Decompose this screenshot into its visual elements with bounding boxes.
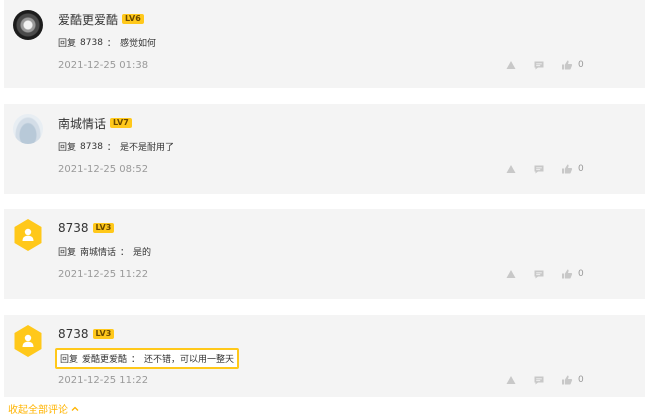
reply-separator: ： <box>106 39 116 49</box>
reply-target[interactable]: 爱酷更爱酷 <box>82 352 127 365</box>
like-count: 0 <box>578 164 584 174</box>
comment-card: 爱酷更爱酷 LV6 回复 8738 ： 感觉如何 2021-12-25 01:3… <box>4 0 645 88</box>
comment-icon[interactable] <box>532 267 546 281</box>
warning-icon[interactable] <box>504 58 518 72</box>
reply-body: 感觉如何 <box>119 39 156 49</box>
reply-text: 回复 8738 ： 感觉如何 <box>58 36 156 50</box>
timestamp: 2021-12-25 01:38 <box>58 60 149 71</box>
reply-prefix: 回复 <box>58 39 77 49</box>
avatar[interactable] <box>13 10 43 40</box>
comment-card: 8738 LV3 回复 爱酷更爱酷 ： 还不错，可以用一整天 2021-12-2… <box>4 315 645 397</box>
timestamp: 2021-12-25 11:22 <box>58 375 149 386</box>
comment-thread: 爱酷更爱酷 LV6 回复 8738 ： 感觉如何 2021-12-25 01:3… <box>0 0 649 420</box>
reply-target[interactable]: 8738 <box>80 142 103 152</box>
username[interactable]: 爱酷更爱酷 <box>58 11 118 28</box>
collapse-comments-button[interactable]: 收起全部评论 <box>8 401 79 416</box>
warning-icon[interactable] <box>504 267 518 281</box>
warning-icon[interactable] <box>504 162 518 176</box>
reply-body: 是的 <box>133 248 152 258</box>
level-badge: LV6 <box>122 14 144 24</box>
reply-target[interactable]: 8738 <box>80 38 103 48</box>
timestamp: 2021-12-25 11:22 <box>58 269 149 280</box>
thumbs-up-icon[interactable] <box>560 162 574 176</box>
like-count: 0 <box>578 375 584 385</box>
warning-icon[interactable] <box>504 373 518 387</box>
username[interactable]: 南城情话 <box>58 115 106 132</box>
reply-prefix: 回复 <box>58 248 77 258</box>
comment-icon[interactable] <box>532 58 546 72</box>
comment-actions: 0 <box>504 162 584 176</box>
comment-actions: 0 <box>504 58 584 72</box>
level-badge: LV7 <box>110 118 132 128</box>
comment-card: 南城情话 LV7 回复 8738 ： 是不是耐用了 2021-12-25 08:… <box>4 104 645 194</box>
reply-body: 是不是耐用了 <box>119 143 174 153</box>
default-user-hexagon-avatar-icon <box>14 325 42 357</box>
comment-card: 8738 LV3 回复 南城情话 ： 是的 2021-12-25 11:22 0 <box>4 209 645 299</box>
reply-text: 回复 8738 ： 是不是耐用了 <box>58 140 174 154</box>
username[interactable]: 8738 <box>58 327 89 341</box>
reply-target[interactable]: 南城情话 <box>80 245 116 258</box>
comment-header: 8738 LV3 <box>58 326 115 342</box>
comment-header: 爱酷更爱酷 LV6 <box>58 11 144 27</box>
level-badge: LV3 <box>92 329 115 339</box>
avatar[interactable] <box>13 219 43 251</box>
reply-text-highlighted: 回复 爱酷更爱酷 ： 还不错，可以用一整天 <box>55 348 240 369</box>
reply-separator: ： <box>131 355 141 365</box>
collapse-label: 收起全部评论 <box>8 405 68 416</box>
timestamp: 2021-12-25 08:52 <box>58 164 149 175</box>
avatar[interactable] <box>13 325 43 357</box>
reply-separator: ： <box>106 143 116 153</box>
comment-header: 南城情话 LV7 <box>58 115 132 131</box>
username[interactable]: 8738 <box>58 221 89 235</box>
avatar[interactable] <box>13 114 43 144</box>
comment-actions: 0 <box>504 267 584 281</box>
comment-icon[interactable] <box>532 162 546 176</box>
like-count: 0 <box>578 269 584 279</box>
thumbs-up-icon[interactable] <box>560 58 574 72</box>
reply-prefix: 回复 <box>60 355 79 365</box>
thumbs-up-icon[interactable] <box>560 267 574 281</box>
reply-prefix: 回复 <box>58 143 77 153</box>
comment-icon[interactable] <box>532 373 546 387</box>
reply-text: 回复 南城情话 ： 是的 <box>58 245 151 258</box>
default-user-hexagon-avatar-icon <box>14 219 42 251</box>
level-badge: LV3 <box>92 223 115 233</box>
reply-separator: ： <box>120 248 130 258</box>
like-count: 0 <box>578 60 584 70</box>
thumbs-up-icon[interactable] <box>560 373 574 387</box>
comment-actions: 0 <box>504 373 584 387</box>
chevron-up-icon <box>71 405 79 413</box>
comment-header: 8738 LV3 <box>58 220 115 236</box>
reply-body: 还不错，可以用一整天 <box>144 355 235 365</box>
